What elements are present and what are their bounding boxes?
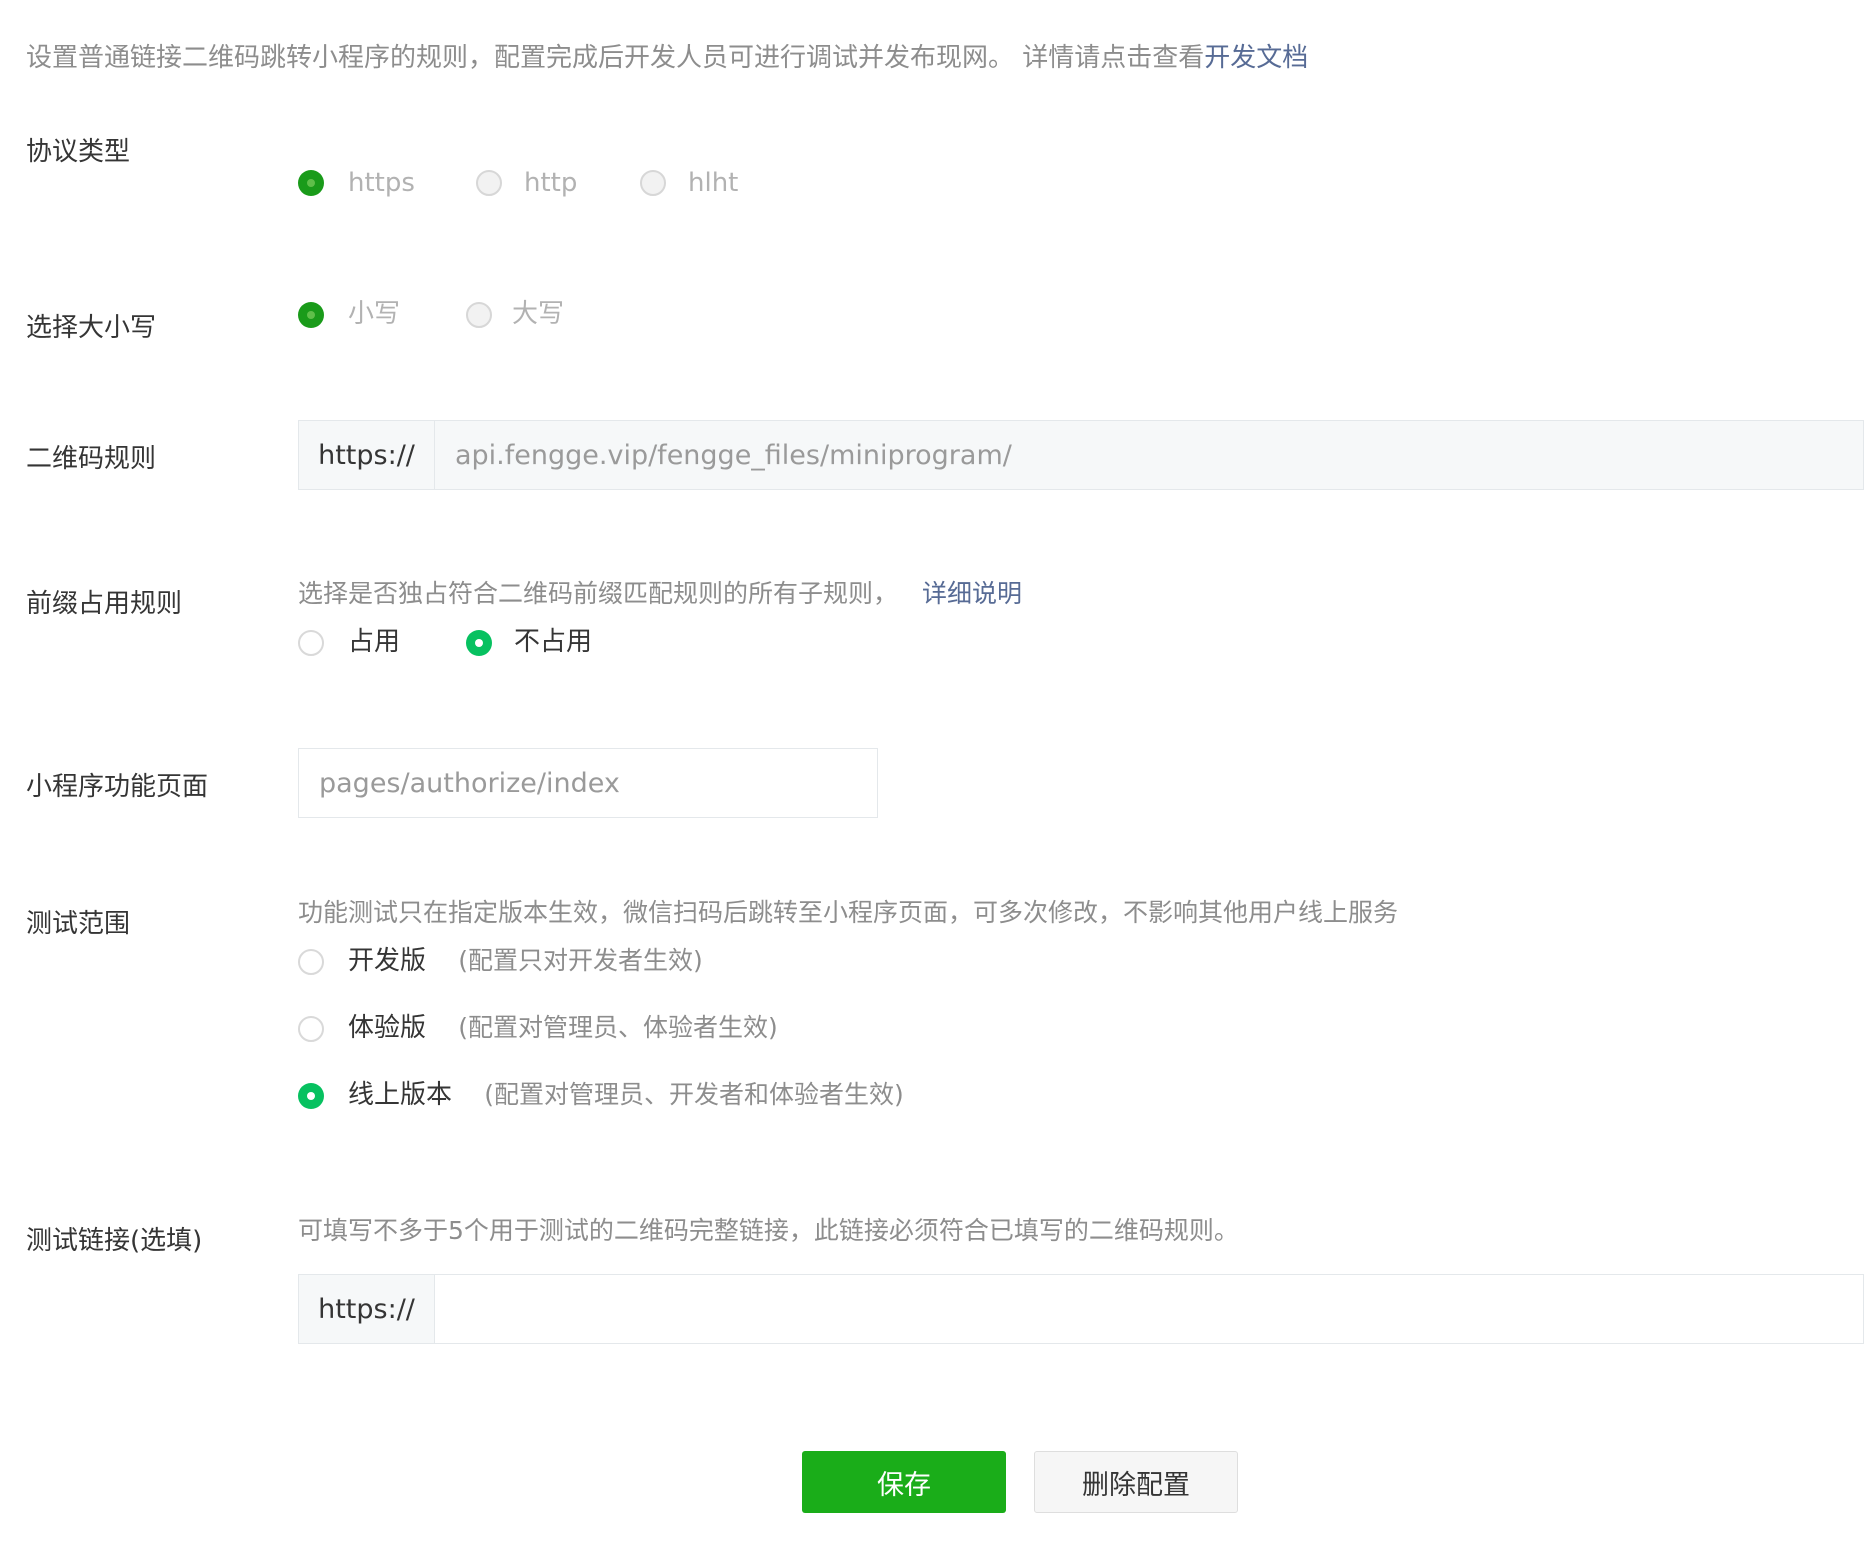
online-version-name: 线上版本	[348, 1080, 453, 1110]
option-not-occupy[interactable]: 不占用	[514, 622, 592, 662]
radio-trial-version[interactable]	[298, 1016, 324, 1042]
page-input[interactable]: pages/authorize/index	[298, 748, 878, 818]
option-uppercase[interactable]: 大写	[512, 294, 564, 334]
radio-http[interactable]	[476, 170, 502, 196]
dev-version-desc: (配置只对开发者生效)	[458, 946, 703, 975]
test-link-hint: 可填写不多于5个用于测试的二维码完整链接，此链接必须符合已填写的二维码规则。	[298, 1216, 1239, 1245]
dev-docs-link[interactable]: 开发文档	[1204, 43, 1308, 73]
qr-rule-label: 二维码规则	[26, 444, 157, 474]
radio-occupy[interactable]	[298, 630, 324, 656]
protocol-label: 协议类型	[26, 137, 131, 167]
qr-rule-input[interactable]: api.fengge.vip/fengge_files/miniprogram/	[435, 421, 1863, 489]
intro-description: 设置普通链接二维码跳转小程序的规则，配置完成后开发人员可进行调试并发布现网。 详…	[26, 43, 1205, 73]
trial-version-name: 体验版	[348, 1013, 427, 1043]
option-hlht[interactable]: hlht	[688, 163, 738, 203]
trial-version-desc: (配置对管理员、体验者生效)	[458, 1013, 778, 1042]
detail-link[interactable]: 详细说明	[922, 579, 1022, 608]
option-dev-version[interactable]: 开发版 (配置只对开发者生效)	[348, 941, 703, 981]
radio-lowercase[interactable]	[298, 302, 324, 328]
test-link-prefix: https://	[299, 1275, 435, 1343]
radio-uppercase[interactable]	[466, 302, 492, 328]
save-button[interactable]: 保存	[802, 1451, 1006, 1513]
test-link-input-group: https://	[298, 1274, 1864, 1344]
dev-version-name: 开发版	[348, 946, 427, 976]
option-https[interactable]: https	[348, 163, 415, 203]
prefix-rule-label: 前缀占用规则	[26, 589, 183, 619]
page-label: 小程序功能页面	[26, 772, 209, 802]
delete-config-button[interactable]: 删除配置	[1034, 1451, 1238, 1513]
case-label: 选择大小写	[26, 313, 157, 343]
option-online-version[interactable]: 线上版本 (配置对管理员、开发者和体验者生效)	[348, 1075, 904, 1115]
radio-https[interactable]	[298, 170, 324, 196]
option-trial-version[interactable]: 体验版 (配置对管理员、体验者生效)	[348, 1008, 778, 1048]
option-http[interactable]: http	[524, 163, 577, 203]
prefix-rule-hint-text: 选择是否独占符合二维码前缀匹配规则的所有子规则，	[298, 579, 899, 608]
intro-text: 设置普通链接二维码跳转小程序的规则，配置完成后开发人员可进行调试并发布现网。 详…	[26, 36, 1308, 80]
test-scope-hint: 功能测试只在指定版本生效，微信扫码后跳转至小程序页面，可多次修改，不影响其他用户…	[298, 898, 1399, 927]
radio-dev-version[interactable]	[298, 949, 324, 975]
radio-online-version[interactable]	[298, 1083, 324, 1109]
qr-rule-input-group: https:// api.fengge.vip/fengge_files/min…	[298, 420, 1864, 490]
test-link-input[interactable]	[435, 1275, 1863, 1343]
test-link-label: 测试链接(选填)	[26, 1226, 203, 1256]
prefix-rule-hint: 选择是否独占符合二维码前缀匹配规则的所有子规则， 详细说明	[298, 574, 1022, 614]
test-scope-label: 测试范围	[26, 909, 131, 939]
qr-rule-prefix: https://	[299, 421, 435, 489]
option-lowercase[interactable]: 小写	[348, 294, 400, 334]
option-occupy[interactable]: 占用	[348, 622, 400, 662]
radio-hlht[interactable]	[640, 170, 666, 196]
radio-not-occupy[interactable]	[466, 630, 492, 656]
online-version-desc: (配置对管理员、开发者和体验者生效)	[484, 1080, 904, 1109]
